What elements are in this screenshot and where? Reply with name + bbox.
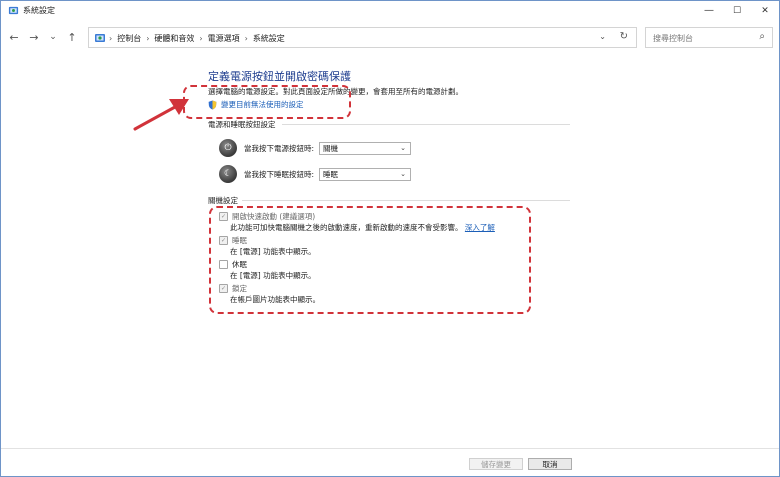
recent-locations-button[interactable]: ⌄ — [46, 30, 60, 44]
window-title: 系統設定 — [23, 6, 55, 15]
back-button[interactable]: ← — [7, 30, 21, 44]
power-button-row: ⏻ 當我按下電源按鈕時: 關機 ⌄ — [219, 139, 411, 157]
chevron-right-icon: › — [146, 34, 150, 43]
control-panel-icon — [8, 6, 19, 15]
navigation-bar: ← → ⌄ ↑ › 控制台 › 硬體和音效 › 電源選項 › 系統設定 ⌄ ↻ — [1, 26, 779, 50]
main-content: 定義電源按鈕並開啟密碼保護 選擇電腦的電源設定。對此頁面設定所做的變更，會套用至… — [1, 54, 779, 448]
forward-button[interactable]: → — [27, 30, 41, 44]
page-title: 定義電源按鈕並開啟密碼保護 — [208, 70, 351, 83]
search-icon[interactable]: ⌕ — [759, 31, 765, 42]
window: 系統設定 — ☐ ✕ ← → ⌄ ↑ › 控制台 › 硬體和音效 › 電源選項 … — [0, 0, 780, 477]
breadcrumb-item[interactable]: 系統設定 — [253, 33, 285, 44]
chevron-right-icon: › — [244, 34, 248, 43]
power-button-value: 關機 — [323, 143, 338, 153]
sleep-button-row: ☾ 當我按下睡眠按鈕時: 睡眠 ⌄ — [219, 165, 411, 183]
power-button-select[interactable]: 關機 ⌄ — [319, 141, 411, 155]
power-icon: ⏻ — [219, 139, 237, 157]
chevron-down-icon: ⌄ — [400, 169, 406, 178]
save-button[interactable]: 儲存變更 — [469, 458, 523, 470]
chevron-right-icon: › — [199, 34, 203, 43]
cancel-button[interactable]: 取消 — [528, 458, 572, 470]
chevron-down-icon[interactable]: ⌄ — [599, 32, 606, 41]
sleep-button-label: 當我按下睡眠按鈕時: — [244, 169, 315, 179]
annotation-arrow-icon — [133, 99, 189, 131]
search-box[interactable]: 搜尋控制台 ⌕ — [645, 27, 773, 48]
sleep-button-select[interactable]: 睡眠 ⌄ — [319, 167, 411, 181]
power-section-title: 電源和睡眠按鈕設定 — [208, 120, 276, 129]
control-panel-icon — [95, 34, 105, 42]
moon-icon: ☾ — [219, 165, 237, 183]
breadcrumb-item[interactable]: 電源選項 — [208, 33, 240, 44]
annotation-highlight — [183, 85, 351, 119]
power-button-label: 當我按下電源按鈕時: — [244, 143, 315, 153]
annotation-highlight — [209, 206, 531, 314]
breadcrumb-item[interactable]: 硬體和音效 — [154, 33, 194, 44]
shutdown-section-title: 關機設定 — [208, 196, 238, 205]
search-input[interactable]: 搜尋控制台 — [653, 33, 693, 44]
breadcrumb-item[interactable]: 控制台 — [117, 33, 141, 44]
chevron-right-icon: › — [109, 34, 113, 43]
maximize-button[interactable]: ☐ — [723, 1, 751, 20]
close-button[interactable]: ✕ — [751, 1, 779, 20]
refresh-icon[interactable]: ↻ — [620, 31, 628, 42]
section-divider — [282, 124, 570, 125]
title-bar: 系統設定 — ☐ ✕ — [1, 1, 779, 20]
address-bar[interactable]: › 控制台 › 硬體和音效 › 電源選項 › 系統設定 ⌄ ↻ — [88, 27, 637, 48]
sleep-button-value: 睡眠 — [323, 169, 338, 179]
breadcrumb: › 控制台 › 硬體和音效 › 電源選項 › 系統設定 — [109, 33, 285, 44]
chevron-down-icon: ⌄ — [400, 143, 406, 152]
section-divider — [242, 200, 570, 201]
minimize-button[interactable]: — — [695, 1, 723, 20]
up-button[interactable]: ↑ — [65, 30, 79, 44]
footer: 儲存變更 取消 — [1, 448, 779, 476]
